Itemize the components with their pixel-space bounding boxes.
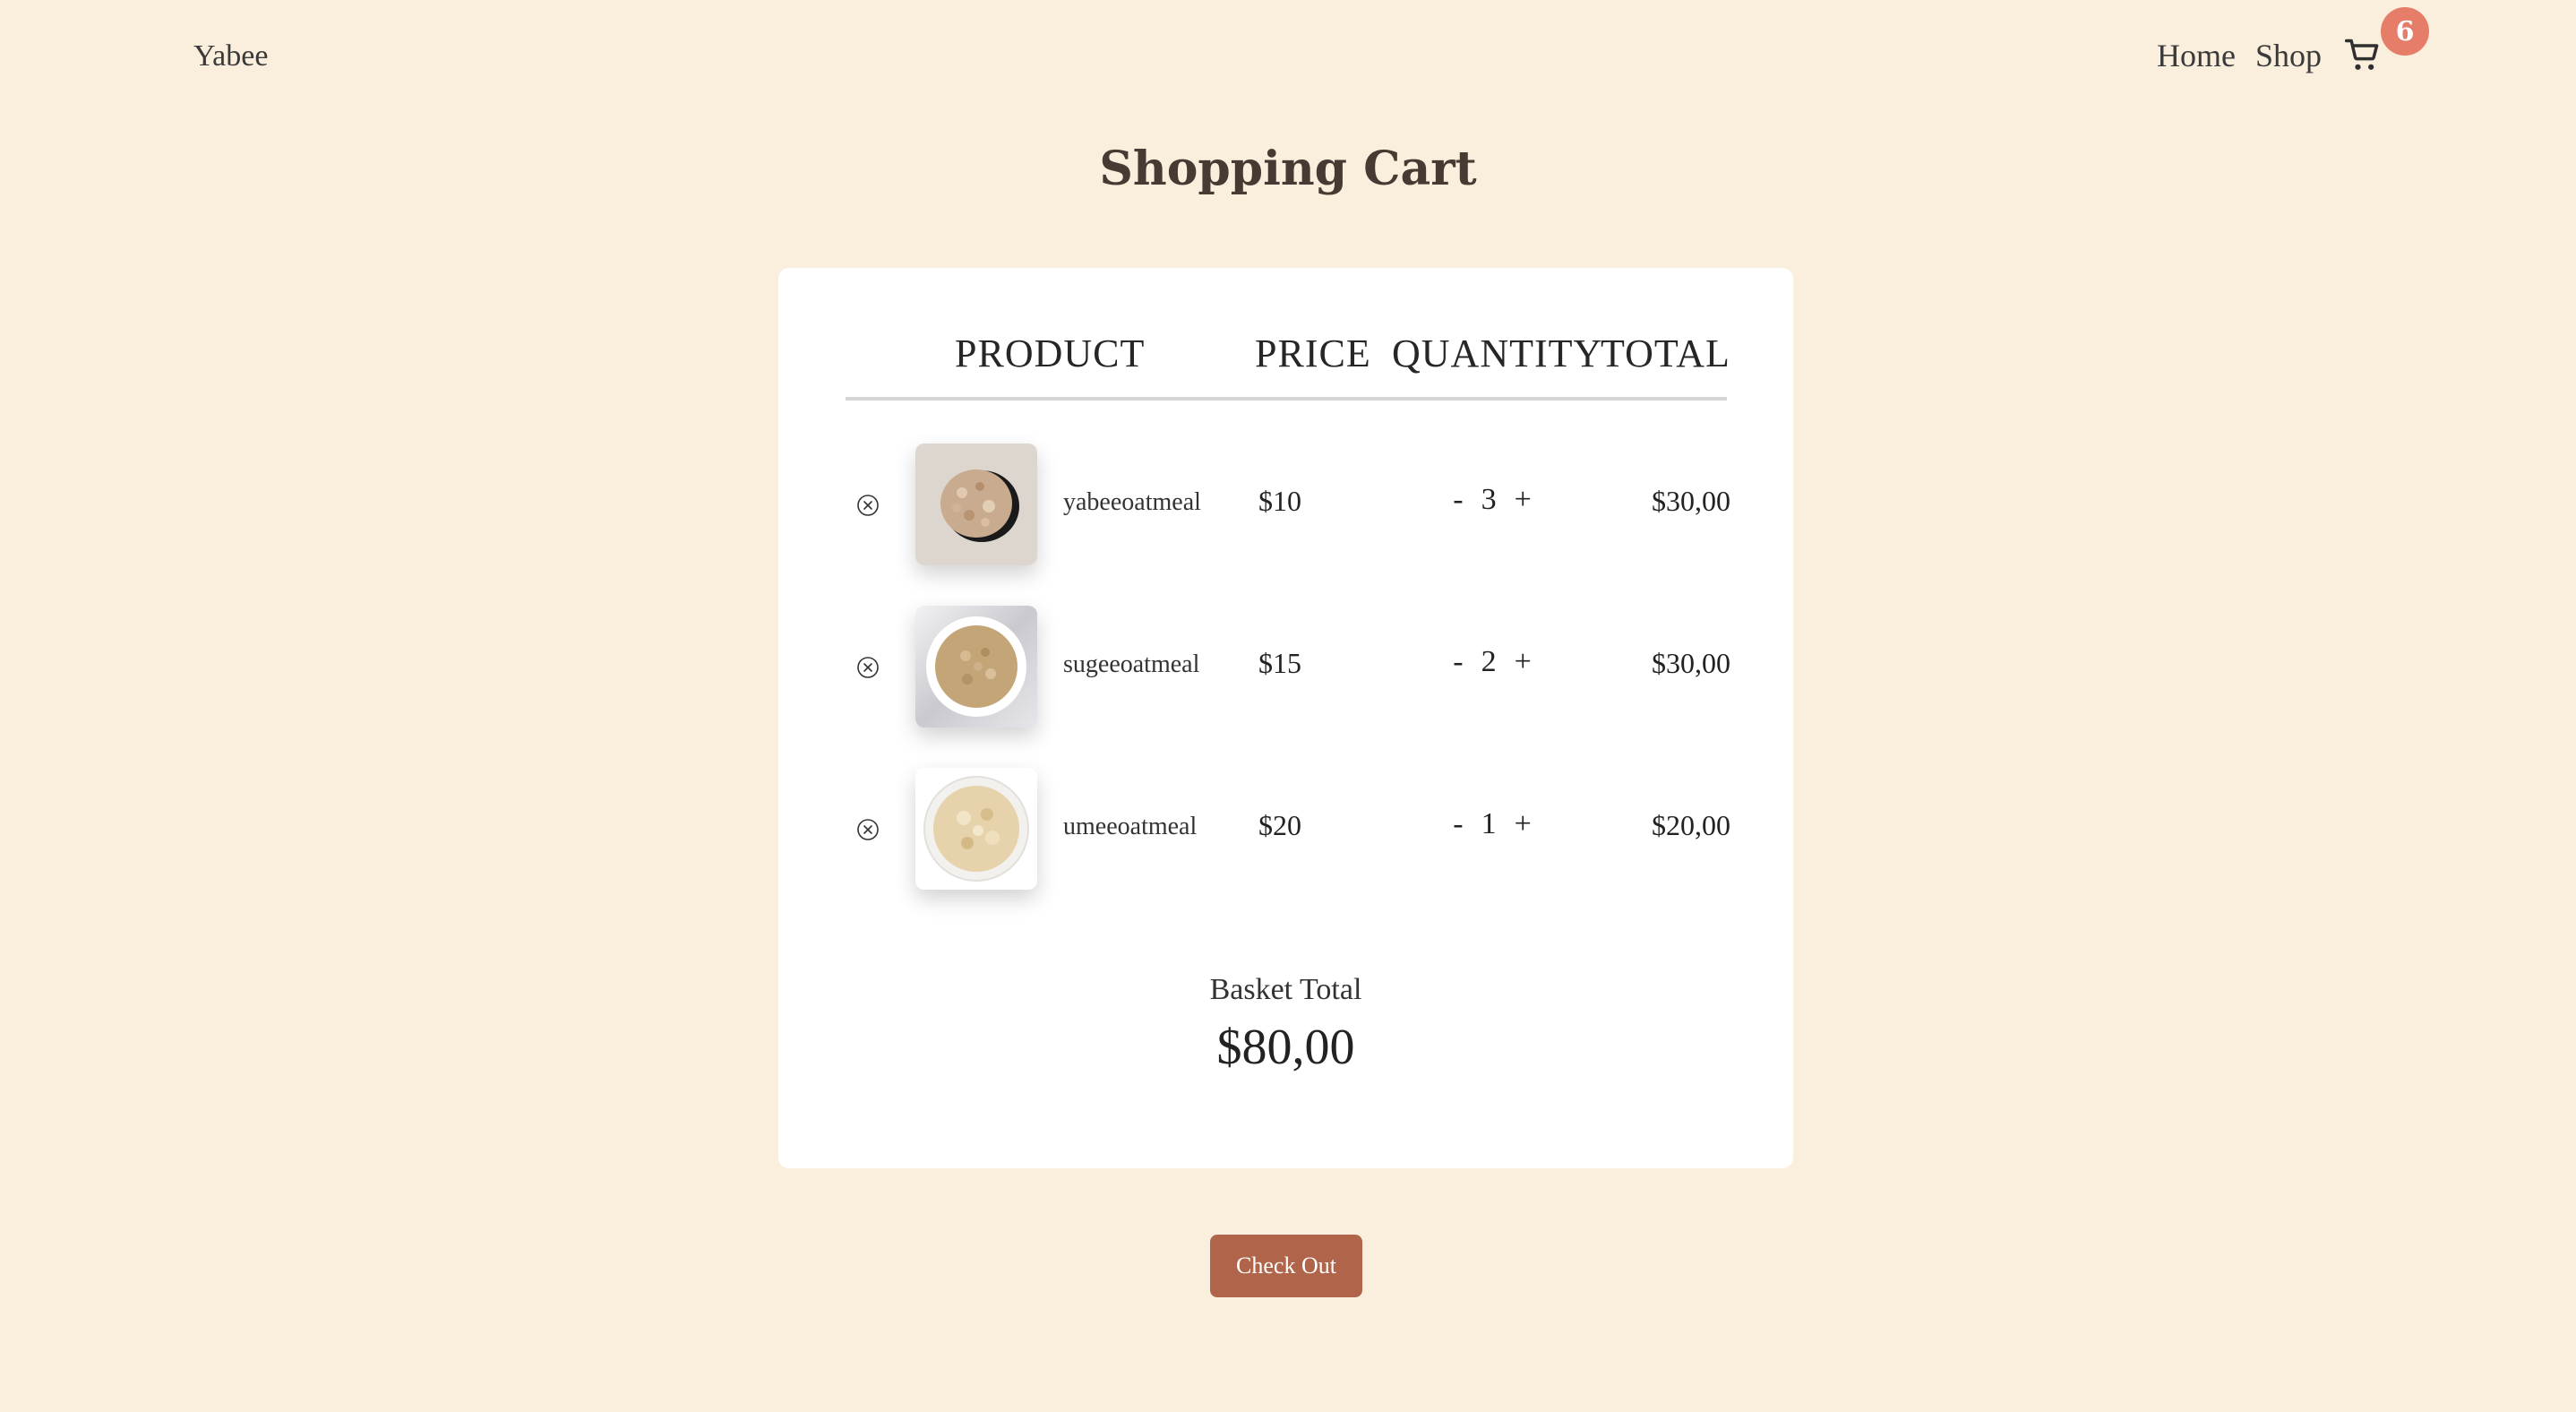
increment-button[interactable]: + — [1511, 645, 1535, 679]
table-row: yabeeoatmeal $10 - 3 + $30,00 — [846, 443, 1730, 565]
header-total: TOTAL — [1601, 331, 1730, 375]
product-price: $20 — [1258, 809, 1301, 841]
quantity-value: 2 — [1481, 645, 1497, 678]
quantity-value: 1 — [1481, 807, 1497, 840]
product-image — [915, 443, 1037, 565]
increment-button[interactable]: + — [1511, 483, 1535, 517]
remove-circle-x-icon[interactable] — [856, 494, 880, 517]
quantity-stepper: - 3 + — [1437, 483, 1548, 517]
cart-button[interactable]: 6 — [2343, 7, 2429, 75]
product-name[interactable]: sugeeoatmeal — [1063, 650, 1199, 679]
product-price: $10 — [1258, 485, 1301, 517]
cart-card: PRODUCT PRICE QUANTITY TOTAL yabeeoatmea… — [778, 268, 1793, 1168]
product-image — [915, 606, 1037, 728]
header-price: PRICE — [1255, 331, 1371, 375]
increment-button[interactable]: + — [1511, 807, 1535, 841]
table-row: umeeoatmeal $20 - 1 + $20,00 — [846, 768, 1730, 890]
page-title: Shopping Cart — [1099, 142, 1477, 196]
line-total: $30,00 — [1652, 485, 1730, 517]
nav-home-link[interactable]: Home — [2157, 37, 2236, 74]
product-image — [915, 768, 1037, 890]
oatmeal-bowl-image — [915, 768, 1037, 890]
header-quantity: QUANTITY — [1392, 331, 1603, 375]
remove-circle-x-icon[interactable] — [856, 656, 880, 679]
oatmeal-bowl-image — [915, 606, 1037, 728]
quantity-value: 3 — [1481, 483, 1497, 516]
basket-total-value: $80,00 — [1216, 1020, 1355, 1075]
decrement-button[interactable]: - — [1449, 483, 1466, 517]
product-price: $15 — [1258, 647, 1301, 679]
header-product: PRODUCT — [955, 331, 1146, 375]
decrement-button[interactable]: - — [1449, 807, 1466, 841]
quantity-stepper: - 2 + — [1437, 645, 1548, 679]
top-nav: Home Shop 6 — [2157, 7, 2429, 75]
line-total: $20,00 — [1652, 809, 1730, 841]
line-total: $30,00 — [1652, 647, 1730, 679]
remove-circle-x-icon[interactable] — [856, 818, 880, 841]
cart-count-badge: 6 — [2381, 7, 2429, 56]
decrement-button[interactable]: - — [1449, 645, 1466, 679]
product-name[interactable]: yabeeoatmeal — [1063, 488, 1201, 517]
nav-shop-link[interactable]: Shop — [2255, 37, 2322, 74]
brand-logo[interactable]: Yabee — [193, 39, 268, 73]
basket-total-label: Basket Total — [1209, 973, 1362, 1006]
table-row: sugeeoatmeal $15 - 2 + $30,00 — [846, 606, 1730, 728]
oatmeal-bowl-image — [915, 443, 1037, 565]
shopping-cart-icon — [2344, 39, 2379, 70]
table-header: PRODUCT PRICE QUANTITY TOTAL — [846, 327, 1730, 400]
quantity-stepper: - 1 + — [1437, 807, 1548, 841]
product-name[interactable]: umeeoatmeal — [1063, 813, 1197, 841]
checkout-button[interactable]: Check Out — [1210, 1235, 1362, 1297]
